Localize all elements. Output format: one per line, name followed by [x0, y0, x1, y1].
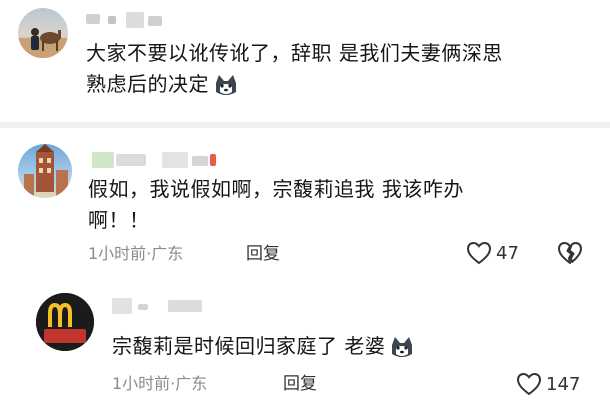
avatar[interactable]	[18, 8, 68, 58]
like-count: 47	[496, 242, 519, 264]
camel-rider-image	[18, 28, 68, 58]
husky-face-icon	[216, 74, 236, 95]
reply-button[interactable]: 回复	[283, 374, 317, 394]
comment-text-line: 假如，我说假如啊，宗馥莉追我 我该咋办	[88, 177, 464, 201]
husky-face-icon	[392, 336, 413, 357]
like-button[interactable]: 147	[516, 372, 580, 396]
username-redacted[interactable]	[92, 150, 232, 172]
comment-meta: 1小时前·广东	[88, 244, 184, 263]
comment-text-line: 啊！！	[88, 208, 150, 232]
comment-text-line: 大家不要以讹传讹了，辞职 是我们夫妻俩深思	[86, 41, 503, 65]
avatar[interactable]	[18, 144, 72, 198]
building-image	[24, 144, 68, 198]
comment-time: 1小时前	[112, 374, 171, 393]
comment-text: 大家不要以讹传讹了，辞职 是我们夫妻俩深思 熟虑后的决定	[86, 38, 596, 100]
heart-icon	[516, 372, 542, 396]
comment-location: 广东	[151, 244, 184, 263]
broken-heart-icon	[558, 242, 582, 264]
dislike-button[interactable]	[557, 241, 583, 269]
comment-text-line: 熟虑后的决定	[86, 69, 596, 100]
comment-text: 假如，我说假如啊，宗馥莉追我 我该咋办 啊！！	[88, 174, 598, 236]
comment-item: 假如，我说假如啊，宗馥莉追我 我该咋办 啊！！ 1小时前·广东 回复 47	[0, 128, 610, 268]
mcdonalds-logo-image	[36, 293, 94, 351]
comment-meta: 1小时前·广东	[112, 374, 208, 393]
comment-location: 广东	[175, 374, 208, 393]
comment-item: 大家不要以讹传讹了，辞职 是我们夫妻俩深思 熟虑后的决定	[0, 0, 610, 122]
reply-item: 宗馥莉是时候回归家庭了 老婆 1小时前·广东 回复 147	[0, 268, 610, 400]
avatar[interactable]	[36, 293, 94, 351]
like-count: 147	[546, 373, 581, 395]
comment-time: 1小时前	[88, 244, 147, 263]
username-redacted[interactable]	[112, 296, 232, 318]
reply-button[interactable]: 回复	[246, 244, 280, 264]
username-redacted[interactable]	[86, 10, 176, 32]
like-button[interactable]: 47	[466, 241, 519, 265]
comment-text-line: 宗馥莉是时候回归家庭了 老婆	[112, 331, 592, 362]
heart-icon	[466, 241, 492, 265]
comment-text: 宗馥莉是时候回归家庭了 老婆	[112, 331, 592, 362]
